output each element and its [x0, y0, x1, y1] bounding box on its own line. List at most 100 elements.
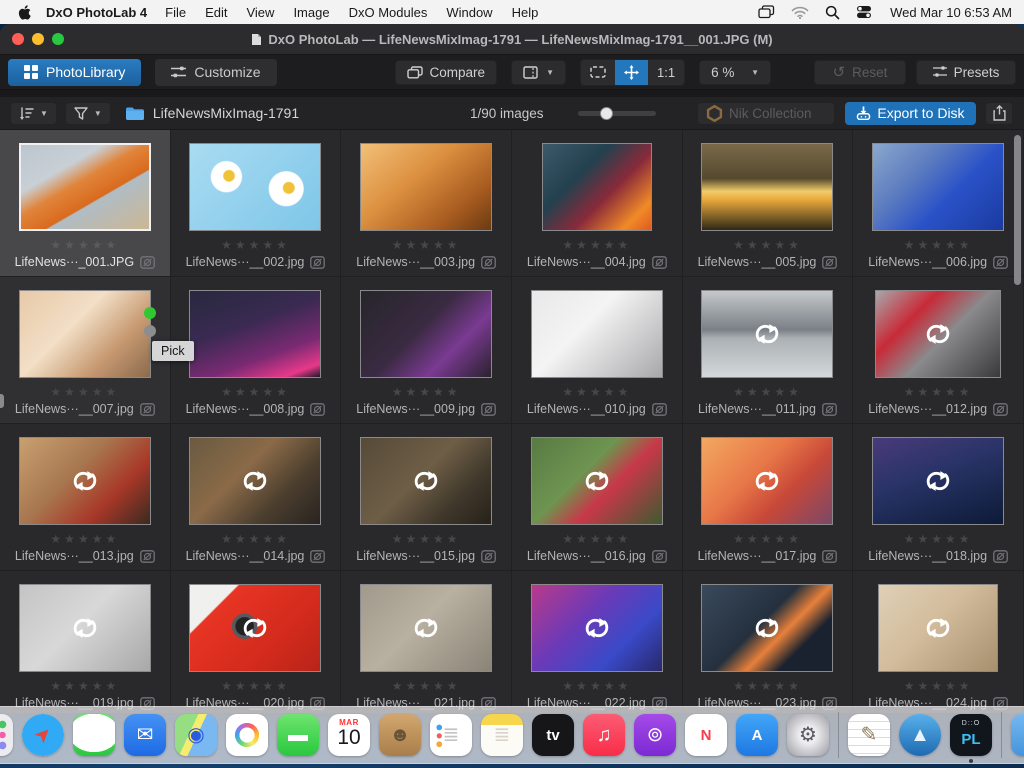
- star-rating[interactable]: ★★★★★: [221, 533, 290, 545]
- menu-item-image[interactable]: Image: [293, 5, 329, 20]
- photo-thumbnail[interactable]: [531, 437, 663, 525]
- star-rating[interactable]: ★★★★★: [50, 239, 119, 251]
- dock-icon-system-preferences[interactable]: ⚙: [787, 714, 829, 756]
- photo-thumbnail[interactable]: [189, 143, 321, 231]
- dock-icon-app-store[interactable]: A: [736, 714, 778, 756]
- dock-icon-dxo[interactable]: ▲: [899, 714, 941, 756]
- dock-icon-messages[interactable]: [73, 714, 115, 756]
- slider-thumb[interactable]: [600, 107, 613, 120]
- star-rating[interactable]: ★★★★★: [904, 533, 973, 545]
- photo-cell[interactable]: ★★★★★LifeNews···__020.jpg: [171, 571, 342, 712]
- reject-flag-button[interactable]: [144, 325, 156, 337]
- photo-thumbnail[interactable]: [19, 584, 151, 672]
- photo-thumbnail[interactable]: [189, 584, 321, 672]
- photo-thumbnail[interactable]: [878, 584, 998, 672]
- photo-thumbnail[interactable]: [189, 437, 321, 525]
- menu-app-name[interactable]: DxO PhotoLab 4: [46, 5, 147, 20]
- close-window-button[interactable]: [12, 33, 24, 45]
- photo-thumbnail[interactable]: [701, 143, 833, 231]
- dock-icon-music[interactable]: ♫: [583, 714, 625, 756]
- photo-cell[interactable]: ★★★★★LifeNews···__024.jpg: [853, 571, 1024, 712]
- star-rating[interactable]: ★★★★★: [562, 680, 631, 692]
- star-rating[interactable]: ★★★★★: [904, 680, 973, 692]
- star-rating[interactable]: ★★★★★: [392, 386, 461, 398]
- pan-tool-button[interactable]: [615, 60, 648, 85]
- dock-icon-facetime[interactable]: ▬: [277, 714, 319, 756]
- photo-cell[interactable]: ★★★★★LifeNews···__021.jpg: [341, 571, 512, 712]
- zoom-level-dropdown[interactable]: 6 % ▼: [699, 60, 771, 85]
- photo-cell[interactable]: Pick★★★★★LifeNews···__007.jpg: [0, 277, 171, 424]
- zoom-1to1-button[interactable]: 1:1: [648, 60, 684, 85]
- photo-cell[interactable]: ★★★★★LifeNews···__016.jpg: [512, 424, 683, 571]
- dock-icon-dxo-photolab[interactable]: D::OPL: [950, 714, 992, 756]
- photo-cell[interactable]: ★★★★★LifeNews···__005.jpg: [683, 130, 854, 277]
- photo-thumbnail[interactable]: [531, 584, 663, 672]
- dock-icon-contacts[interactable]: ☻: [379, 714, 421, 756]
- star-rating[interactable]: ★★★★★: [392, 239, 461, 251]
- nik-collection-button[interactable]: Nik Collection: [697, 102, 835, 125]
- presets-button[interactable]: Presets: [916, 60, 1016, 85]
- photo-thumbnail[interactable]: [701, 584, 833, 672]
- photo-cell[interactable]: ★★★★★LifeNews···__015.jpg: [341, 424, 512, 571]
- photo-cell[interactable]: ★★★★★LifeNews···__008.jpg: [171, 277, 342, 424]
- fit-to-screen-button[interactable]: [581, 60, 615, 85]
- star-rating[interactable]: ★★★★★: [733, 680, 802, 692]
- compare-button[interactable]: Compare: [395, 60, 498, 85]
- star-rating[interactable]: ★★★★★: [562, 386, 631, 398]
- photo-thumbnail[interactable]: [19, 290, 151, 378]
- pick-flag-button[interactable]: [144, 307, 156, 319]
- grid-scrollbar-thumb[interactable]: [1014, 135, 1021, 285]
- zoom-window-button[interactable]: [52, 33, 64, 45]
- dock-icon-podcasts[interactable]: ⊚: [634, 714, 676, 756]
- menu-item-window[interactable]: Window: [446, 5, 492, 20]
- star-rating[interactable]: ★★★★★: [50, 386, 119, 398]
- tab-customize[interactable]: Customize: [155, 59, 276, 86]
- star-rating[interactable]: ★★★★★: [733, 533, 802, 545]
- star-rating[interactable]: ★★★★★: [392, 680, 461, 692]
- menu-clock[interactable]: Wed Mar 10 6:53 AM: [890, 5, 1012, 20]
- star-rating[interactable]: ★★★★★: [562, 533, 631, 545]
- photo-cell[interactable]: ★★★★★LifeNews···__011.jpg: [683, 277, 854, 424]
- photo-thumbnail[interactable]: [19, 437, 151, 525]
- photo-cell[interactable]: ★★★★★LifeNews···__012.jpg: [853, 277, 1024, 424]
- star-rating[interactable]: ★★★★★: [221, 386, 290, 398]
- photo-cell[interactable]: ★★★★★LifeNews···_001.JPG: [0, 130, 171, 277]
- star-rating[interactable]: ★★★★★: [50, 680, 119, 692]
- photo-cell[interactable]: ★★★★★LifeNews···__003.jpg: [341, 130, 512, 277]
- photo-cell[interactable]: ★★★★★LifeNews···__018.jpg: [853, 424, 1024, 571]
- control-center-icon[interactable]: [856, 5, 872, 19]
- photo-cell[interactable]: ★★★★★LifeNews···__014.jpg: [171, 424, 342, 571]
- dock-icon-downloads[interactable]: ↓: [1011, 714, 1024, 756]
- apple-logo-icon[interactable]: [18, 4, 32, 20]
- menu-item-help[interactable]: Help: [512, 5, 539, 20]
- photo-cell[interactable]: ★★★★★LifeNews···__019.jpg: [0, 571, 171, 712]
- photo-cell[interactable]: ★★★★★LifeNews···__017.jpg: [683, 424, 854, 571]
- photo-thumbnail[interactable]: [189, 290, 321, 378]
- dock-icon-reminders[interactable]: ≣: [430, 714, 472, 756]
- photo-cell[interactable]: ★★★★★LifeNews···__023.jpg: [683, 571, 854, 712]
- star-rating[interactable]: ★★★★★: [50, 533, 119, 545]
- dock-icon-news[interactable]: N: [685, 714, 727, 756]
- star-rating[interactable]: ★★★★★: [733, 239, 802, 251]
- star-rating[interactable]: ★★★★★: [904, 239, 973, 251]
- photo-cell[interactable]: ★★★★★LifeNews···__009.jpg: [341, 277, 512, 424]
- dock-icon-calendar[interactable]: MAR10: [328, 714, 370, 756]
- filter-button[interactable]: ▼: [65, 102, 111, 125]
- dock-icon-mail[interactable]: ✉: [124, 714, 166, 756]
- reset-button[interactable]: ↺ Reset: [814, 60, 906, 85]
- photo-cell[interactable]: ★★★★★LifeNews···__004.jpg: [512, 130, 683, 277]
- star-rating[interactable]: ★★★★★: [221, 239, 290, 251]
- photo-cell[interactable]: ★★★★★LifeNews···__006.jpg: [853, 130, 1024, 277]
- photo-thumbnail[interactable]: [701, 437, 833, 525]
- displays-icon[interactable]: [758, 5, 775, 19]
- star-rating[interactable]: ★★★★★: [904, 386, 973, 398]
- dock-icon-photos[interactable]: [226, 714, 268, 756]
- photo-cell[interactable]: ★★★★★LifeNews···__010.jpg: [512, 277, 683, 424]
- star-rating[interactable]: ★★★★★: [562, 239, 631, 251]
- menu-item-edit[interactable]: Edit: [205, 5, 227, 20]
- dock-icon-textedit[interactable]: ✎: [848, 714, 890, 756]
- star-rating[interactable]: ★★★★★: [221, 680, 290, 692]
- photo-thumbnail[interactable]: [701, 290, 833, 378]
- star-rating[interactable]: ★★★★★: [733, 386, 802, 398]
- menu-item-dxo-modules[interactable]: DxO Modules: [349, 5, 428, 20]
